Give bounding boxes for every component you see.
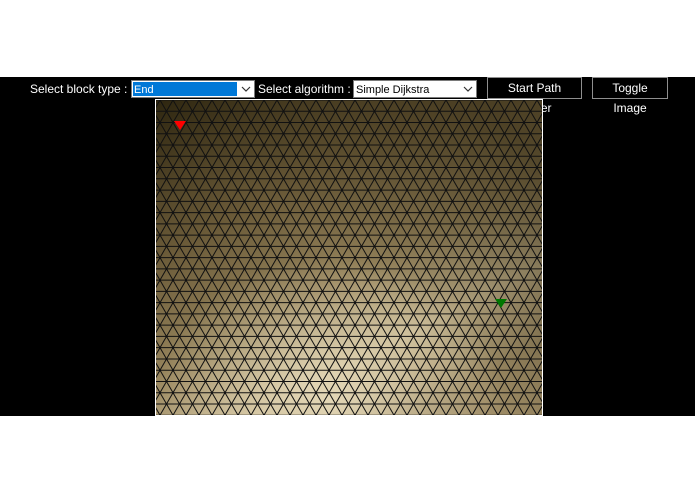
block-type-label: Select block type :	[30, 82, 128, 96]
block-type-value: End	[133, 82, 237, 96]
toggle-image-button[interactable]: Toggle Image	[592, 77, 668, 115]
triangle-grid[interactable]	[156, 100, 542, 415]
algorithm-value: Simple Dijkstra	[356, 84, 430, 96]
algorithm-select[interactable]: Simple Dijkstra	[353, 80, 477, 98]
triangle-grid-canvas[interactable]	[155, 99, 543, 416]
chevron-down-icon	[238, 81, 254, 97]
start-path-finder-button[interactable]: Start Path Finder	[487, 77, 582, 115]
block-type-select[interactable]: End	[131, 80, 255, 98]
path-finder-app: Select block type : End Select algorithm…	[0, 77, 695, 416]
chevron-down-icon	[460, 81, 476, 97]
algorithm-label: Select algorithm :	[258, 82, 351, 96]
